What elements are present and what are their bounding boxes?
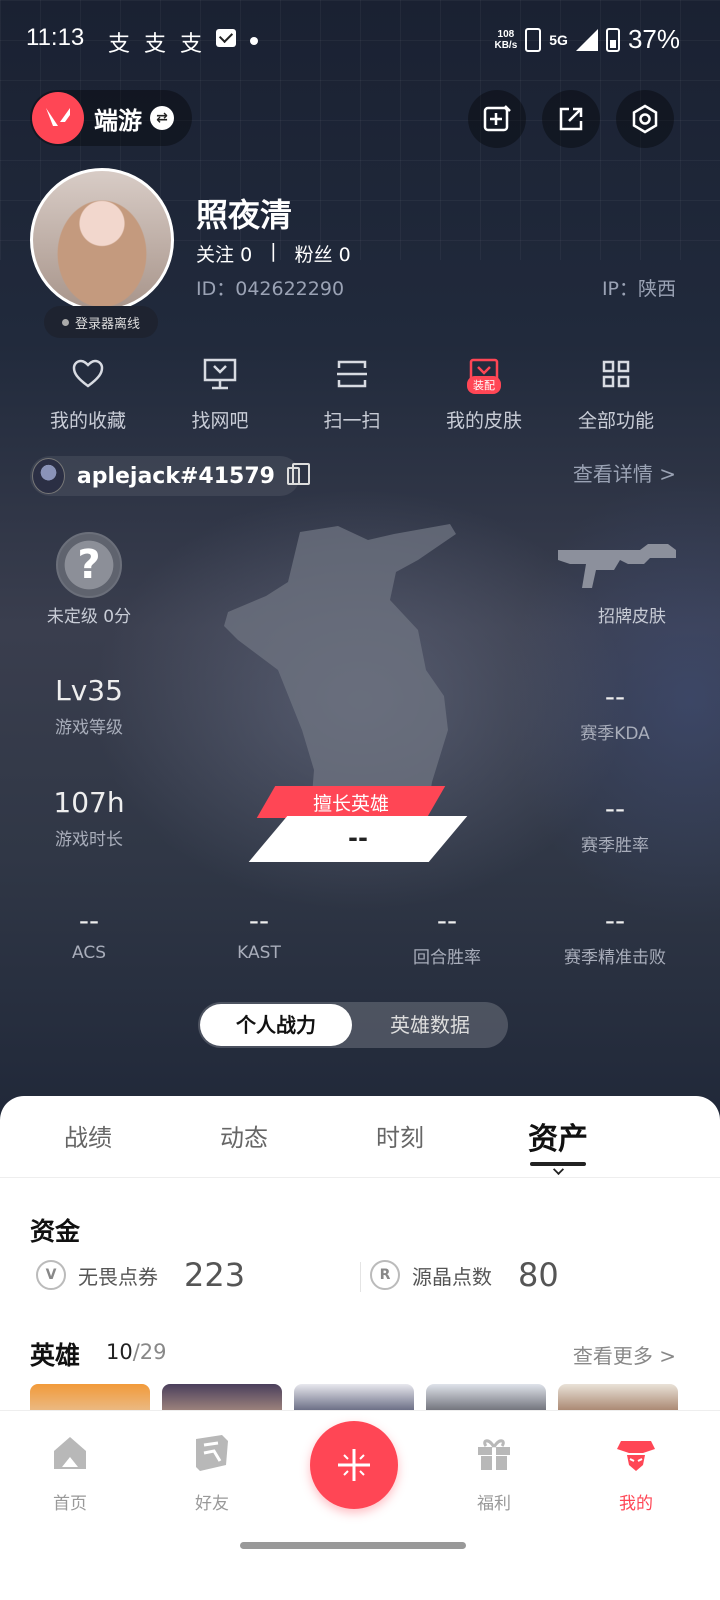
grid-icon (602, 360, 630, 388)
battery-icon (605, 27, 620, 52)
tab-record[interactable]: 战绩 (28, 1118, 148, 1153)
signal-icon (575, 28, 598, 51)
system-indicators: 108 KB/s 5G 37% (494, 24, 680, 55)
follow-stats: 关注 0 | 粉丝 0 (196, 240, 351, 267)
share-button[interactable] (542, 90, 600, 148)
player-card-avatar (32, 458, 65, 494)
toggle-agent-data[interactable]: 英雄数据 (352, 1002, 508, 1048)
following-link[interactable]: 关注 0 (196, 240, 252, 267)
see-more-heroes-link[interactable]: 查看更多 > (573, 1340, 676, 1369)
profile-icon (617, 1441, 655, 1471)
equip-badge: 装配 (467, 376, 501, 394)
nickname: 照夜清 (196, 196, 293, 234)
status-bar: 11:13 支 支 支 108 KB/s 5G 37% (0, 0, 720, 80)
stat-level: Lv35 游戏等级 (55, 674, 123, 738)
rank-label: 未定级 0分 (46, 607, 132, 627)
user-id: ID：042622290 (196, 278, 345, 300)
stat-kda: -- 赛季KDA (580, 680, 650, 744)
radianite-points: R 源晶点数 80 (370, 1256, 559, 1294)
fans-link[interactable]: 粉丝 0 (295, 240, 351, 267)
rp-icon: R (370, 1260, 400, 1290)
notification-icons: 支 支 支 (108, 26, 259, 58)
battery-percent: 37% (627, 24, 680, 54)
stat-headshot: -- 赛季精准击败 (564, 904, 666, 968)
rifle-skin-icon[interactable] (556, 540, 678, 590)
share-icon (559, 107, 583, 131)
ip-location: IP：陕西 (601, 278, 676, 300)
alipay-notif-icon: 支 (108, 32, 131, 57)
stat-round-winrate: -- 回合胜率 (413, 904, 481, 968)
funds-title: 资金 (30, 1217, 81, 1246)
quick-action-scan[interactable]: 扫一扫 (292, 354, 412, 433)
settings-button[interactable] (616, 90, 674, 148)
stat-winrate: -- 赛季胜率 (581, 792, 649, 856)
nav-me[interactable]: 我的 (586, 1429, 686, 1514)
friends-icon (196, 1435, 228, 1471)
quick-action-all[interactable]: 全部功能 (556, 354, 676, 433)
vp-icon: V (36, 1260, 66, 1290)
stat-playtime: 107h 游戏时长 (53, 786, 125, 850)
monitor-icon (203, 358, 237, 390)
network-type: 5G (549, 31, 568, 48)
nfc-icon (525, 27, 542, 52)
net-speed: 108 KB/s (494, 28, 518, 51)
stats-view-toggle: 个人战力 英雄数据 (198, 1002, 508, 1048)
edit-card-button[interactable] (468, 90, 526, 148)
stat-kast: -- KAST (237, 904, 281, 963)
best-agent-title: 擅长英雄 (312, 793, 389, 815)
copy-icon[interactable] (286, 463, 311, 485)
launcher-status-badge: 登录器离线 (44, 306, 158, 338)
riot-id-pill[interactable]: aplejack#41579 (30, 456, 311, 496)
nav-friends[interactable]: 好友 (162, 1429, 262, 1514)
quick-action-skins[interactable]: 装配 我的皮肤 (424, 354, 544, 433)
nav-home[interactable]: 首页 (20, 1429, 120, 1514)
create-post-button[interactable] (310, 1421, 398, 1509)
toggle-personal-power[interactable]: 个人战力 (200, 1004, 352, 1046)
game-name: 端游 (94, 106, 142, 135)
alipay-notif-icon: 支 (144, 32, 167, 57)
home-icon (54, 1437, 86, 1469)
view-detail-link[interactable]: 查看详情 > (573, 458, 676, 487)
quick-action-netcafe[interactable]: 找网吧 (160, 354, 280, 433)
mail-icon (216, 29, 237, 47)
home-indicator[interactable] (240, 1542, 466, 1549)
plus-icon (338, 1449, 370, 1481)
tab-assets[interactable]: 资产 (498, 1114, 618, 1158)
valorant-points: V 无畏点券 223 (36, 1256, 245, 1294)
settings-icon (632, 104, 658, 134)
quick-action-favorites[interactable]: 我的收藏 (28, 354, 148, 433)
best-agent-tag[interactable]: 擅长英雄 -- (238, 786, 468, 864)
offline-dot-icon (61, 318, 69, 326)
valorant-logo-icon (32, 92, 84, 144)
divider (360, 1262, 361, 1292)
heroes-title: 英雄 (30, 1341, 81, 1370)
tab-indicator (530, 1162, 586, 1166)
alipay-notif-icon: 支 (180, 32, 203, 57)
content-tabs: 战绩 动态 时刻 资产 (0, 1096, 720, 1178)
nav-welfare[interactable]: 福利 (444, 1429, 544, 1514)
more-notif-dot-icon (250, 37, 259, 45)
stat-acs: -- ACS (72, 904, 106, 963)
rank-badge-icon[interactable]: ? (56, 532, 122, 598)
follow-divider: | (270, 240, 277, 262)
edit-card-icon (483, 105, 511, 132)
tab-moments[interactable]: 时刻 (340, 1118, 460, 1153)
swap-icon: ⇄ (150, 106, 174, 130)
game-switcher[interactable]: 端游 ⇄ (30, 90, 192, 146)
scan-icon (337, 360, 367, 388)
bottom-navigation: 首页 好友 福利 我的 (0, 1410, 720, 1600)
status-time: 11:13 (26, 24, 85, 51)
vp-value: 223 (184, 1256, 246, 1294)
best-agent-value: -- (348, 824, 368, 852)
gift-icon (478, 1439, 510, 1470)
heart-icon (72, 359, 104, 388)
heroes-count: 10/29 (106, 1340, 167, 1364)
tab-feed[interactable]: 动态 (184, 1118, 304, 1153)
riot-id: aplejack#41579 (76, 463, 275, 489)
rp-value: 80 (518, 1256, 559, 1294)
signature-skin-label: 招牌皮肤 (598, 607, 666, 627)
avatar[interactable] (30, 168, 174, 312)
